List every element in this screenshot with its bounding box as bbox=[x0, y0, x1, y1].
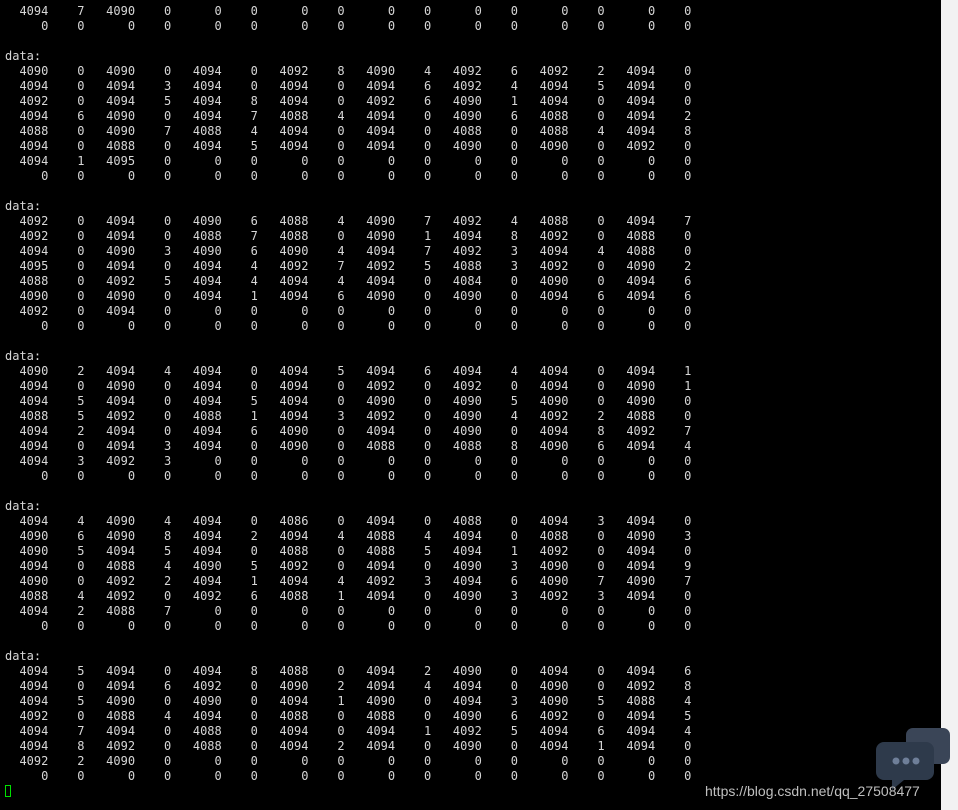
terminal-line: 0 0 0 0 0 0 0 0 0 0 0 0 0 0 0 0 bbox=[5, 169, 692, 183]
terminal-line: 4094 5 4090 0 4090 0 4094 1 4090 0 4094 … bbox=[5, 694, 692, 708]
terminal-line: 4092 0 4094 0 4088 7 4088 0 4090 1 4094 … bbox=[5, 229, 692, 243]
chat-bubble-icon[interactable] bbox=[876, 726, 952, 790]
terminal-line: 4094 1 4095 0 0 0 0 0 0 0 0 0 0 0 0 0 bbox=[5, 154, 692, 168]
terminal-window[interactable]: 4094 7 4090 0 0 0 0 0 0 0 0 0 0 0 0 0 0 … bbox=[0, 0, 941, 810]
block-cursor-icon bbox=[5, 785, 11, 797]
terminal-line: 4094 3 4092 3 0 0 0 0 0 0 0 0 0 0 0 0 bbox=[5, 454, 692, 468]
terminal-line: 4094 0 4090 0 4094 0 4094 0 4092 0 4092 … bbox=[5, 379, 692, 393]
terminal-line: 0 0 0 0 0 0 0 0 0 0 0 0 0 0 0 0 bbox=[5, 469, 692, 483]
terminal-line: 4092 0 4094 0 0 0 0 0 0 0 0 0 0 0 0 0 bbox=[5, 304, 692, 318]
terminal-line: 4094 8 4092 0 4088 0 4094 2 4094 0 4090 … bbox=[5, 739, 692, 753]
terminal-line: 0 0 0 0 0 0 0 0 0 0 0 0 0 0 0 0 bbox=[5, 319, 692, 333]
terminal-line: 4092 0 4094 0 4090 6 4088 4 4090 7 4092 … bbox=[5, 214, 692, 228]
terminal-line: 4094 2 4088 7 0 0 0 0 0 0 0 0 0 0 0 0 bbox=[5, 604, 692, 618]
watermark-url: https://blog.csdn.net/qq_27508477 bbox=[705, 783, 920, 799]
terminal-line: 4094 6 4090 0 4094 7 4088 4 4094 0 4090 … bbox=[5, 109, 692, 123]
terminal-line: 4094 0 4088 0 4094 5 4094 0 4094 0 4090 … bbox=[5, 139, 692, 153]
terminal-line: 4094 7 4094 0 4088 0 4094 0 4094 1 4092 … bbox=[5, 724, 692, 738]
terminal-line: 4090 5 4094 5 4094 0 4088 0 4088 5 4094 … bbox=[5, 544, 692, 558]
terminal-line: 4090 0 4090 0 4094 1 4094 6 4090 0 4090 … bbox=[5, 289, 692, 303]
terminal-line: 4094 0 4094 6 4092 0 4090 2 4094 4 4094 … bbox=[5, 679, 692, 693]
terminal-line: 4088 0 4090 7 4088 4 4094 0 4094 0 4088 … bbox=[5, 124, 692, 138]
terminal-line: 4090 2 4094 4 4094 0 4094 5 4094 6 4094 … bbox=[5, 364, 692, 378]
terminal-line: 4092 2 4090 0 0 0 0 0 0 0 0 0 0 0 0 0 bbox=[5, 754, 692, 768]
terminal-line: 4094 5 4094 0 4094 5 4094 0 4090 0 4090 … bbox=[5, 394, 692, 408]
terminal-output: 4094 7 4090 0 0 0 0 0 0 0 0 0 0 0 0 0 0 … bbox=[5, 4, 691, 799]
terminal-line: 4090 6 4090 8 4094 2 4094 4 4088 4 4094 … bbox=[5, 529, 692, 543]
terminal-line: 4088 4 4092 0 4092 6 4088 1 4094 0 4090 … bbox=[5, 589, 692, 603]
terminal-line: 4094 0 4088 4 4090 5 4092 0 4094 0 4090 … bbox=[5, 559, 692, 573]
terminal-line: 4090 0 4092 2 4094 1 4094 4 4092 3 4094 … bbox=[5, 574, 692, 588]
terminal-line: 0 0 0 0 0 0 0 0 0 0 0 0 0 0 0 0 bbox=[5, 619, 692, 633]
terminal-line: 4092 0 4088 4 4094 0 4088 0 4088 0 4090 … bbox=[5, 709, 692, 723]
terminal-line: 4095 0 4094 0 4094 4 4092 7 4092 5 4088 … bbox=[5, 259, 692, 273]
vertical-scrollbar[interactable] bbox=[941, 0, 958, 810]
terminal-line: 4092 0 4094 5 4094 8 4094 0 4092 6 4090 … bbox=[5, 94, 692, 108]
terminal-block-label: data: bbox=[5, 499, 42, 513]
terminal-block-label: data: bbox=[5, 649, 42, 663]
terminal-line: 4094 0 4094 3 4094 0 4094 0 4094 6 4092 … bbox=[5, 79, 692, 93]
terminal-line: 4090 0 4090 0 4094 0 4092 8 4090 4 4092 … bbox=[5, 64, 692, 78]
terminal-line: 0 0 0 0 0 0 0 0 0 0 0 0 0 0 0 0 bbox=[5, 19, 692, 33]
terminal-line: 4088 5 4092 0 4088 1 4094 3 4092 0 4090 … bbox=[5, 409, 692, 423]
terminal-line: 4094 2 4094 0 4094 6 4090 0 4094 0 4090 … bbox=[5, 424, 692, 438]
terminal-line: 4094 7 4090 0 0 0 0 0 0 0 0 0 0 0 0 0 bbox=[5, 4, 692, 18]
terminal-line: 4088 0 4092 5 4094 4 4094 4 4094 0 4084 … bbox=[5, 274, 692, 288]
terminal-block-label: data: bbox=[5, 49, 42, 63]
terminal-block-label: data: bbox=[5, 199, 42, 213]
terminal-line: 4094 0 4090 3 4090 6 4090 4 4094 7 4092 … bbox=[5, 244, 692, 258]
terminal-line: 4094 0 4094 3 4094 0 4090 0 4088 0 4088 … bbox=[5, 439, 692, 453]
terminal-line: 0 0 0 0 0 0 0 0 0 0 0 0 0 0 0 0 bbox=[5, 769, 692, 783]
terminal-line: 4094 4 4090 4 4094 0 4086 0 4094 0 4088 … bbox=[5, 514, 692, 528]
terminal-line: 4094 5 4094 0 4094 8 4088 0 4094 2 4090 … bbox=[5, 664, 692, 678]
terminal-block-label: data: bbox=[5, 349, 42, 363]
